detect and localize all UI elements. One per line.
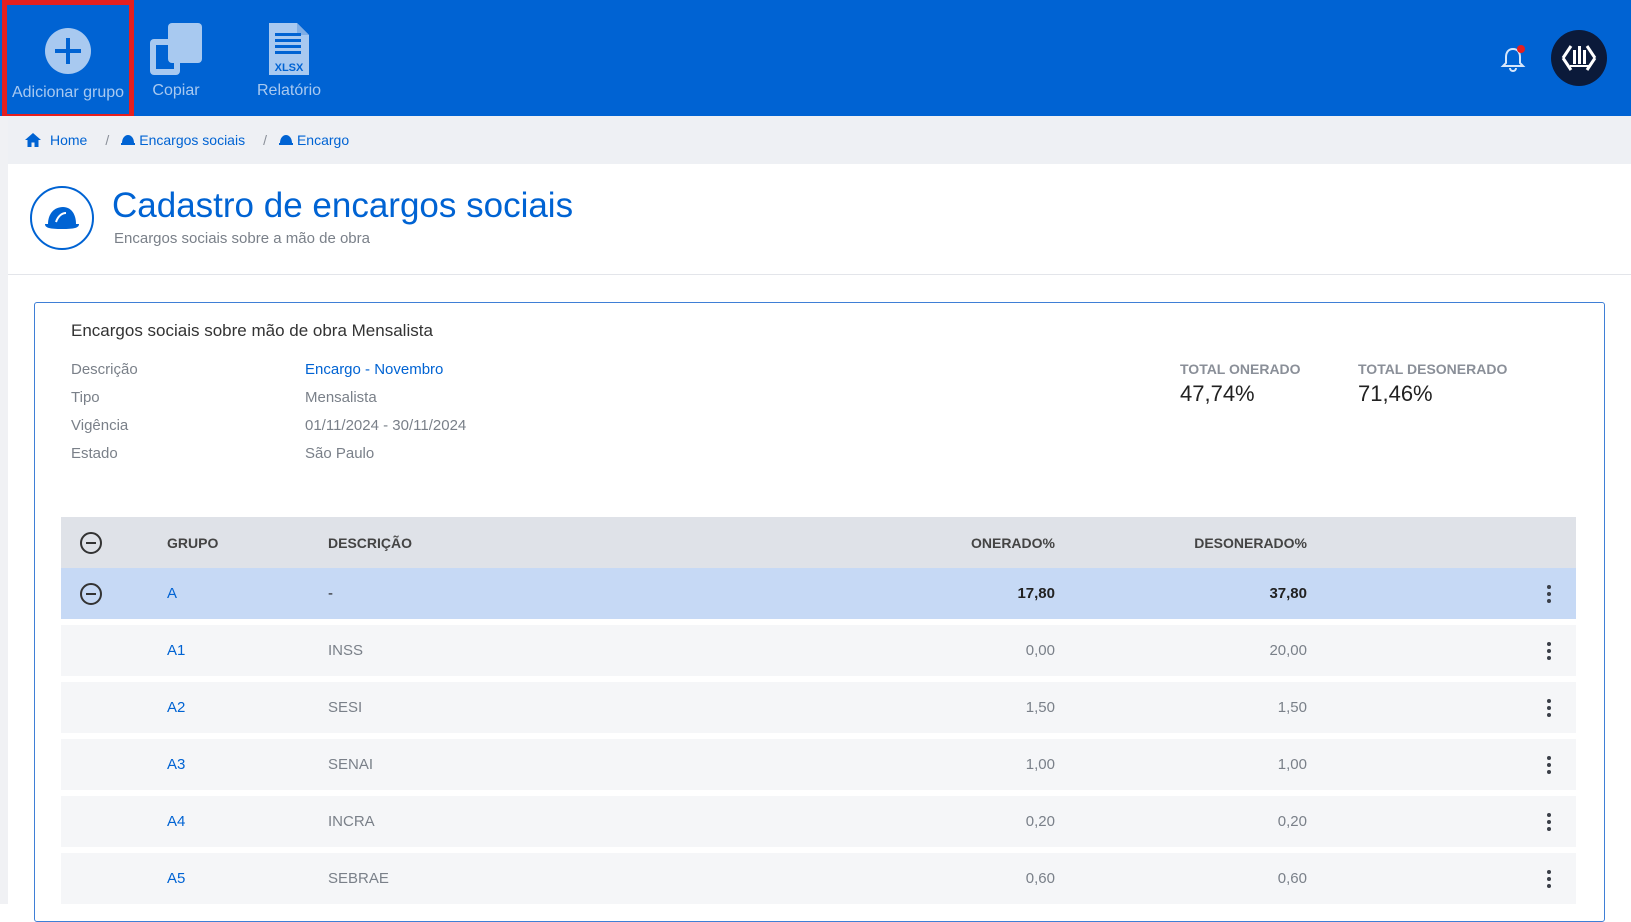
row-grupo[interactable]: A3: [167, 756, 185, 773]
row-descricao: INSS: [328, 642, 364, 659]
table-header-row: GRUPO DESCRIÇÃO ONERADO% DESONERADO%: [61, 517, 1576, 568]
hard-hat-icon: [121, 135, 136, 145]
group-descricao: -: [328, 585, 333, 602]
xlsx-file-icon: XLSX: [269, 23, 309, 75]
table-row[interactable]: A5 SEBRAE 0,60 0,60: [61, 853, 1576, 904]
breadcrumb-home-label: Home: [50, 132, 88, 148]
estado-label: Estado: [71, 445, 118, 462]
plus-circle-icon: [45, 28, 91, 74]
row-grupo[interactable]: A4: [167, 813, 185, 830]
more-vertical-icon: [1547, 584, 1551, 603]
minus-circle-icon: [80, 531, 102, 554]
home-icon: [25, 133, 41, 147]
row-desonerado: 0,60: [1277, 870, 1307, 887]
user-avatar[interactable]: [1551, 30, 1607, 86]
copy-button[interactable]: Copiar: [140, 0, 212, 116]
more-vertical-icon: [1547, 869, 1551, 888]
card-title: Encargos sociais sobre mão de obra Mensa…: [71, 321, 433, 340]
row-descricao: SEBRAE: [328, 870, 389, 887]
encargo-card: Encargos sociais sobre mão de obra Mensa…: [34, 302, 1605, 922]
table-row[interactable]: A1 INSS 0,00 20,00: [61, 625, 1576, 676]
row-more-menu[interactable]: [1539, 695, 1559, 721]
total-desonerado-label: TOTAL DESONERADO: [1358, 361, 1508, 377]
header-descricao[interactable]: DESCRIÇÃO: [328, 535, 412, 551]
notification-dot: [1517, 45, 1525, 53]
row-onerado: 1,00: [1025, 756, 1055, 773]
row-grupo[interactable]: A5: [167, 870, 185, 887]
collapse-group-toggle[interactable]: [79, 582, 103, 606]
copy-label: Copiar: [152, 82, 200, 99]
row-more-menu[interactable]: [1539, 866, 1559, 892]
header-divider: [8, 274, 1631, 275]
notification-bell-icon[interactable]: [1500, 45, 1526, 73]
row-desonerado: 0,20: [1277, 813, 1307, 830]
page-title: Cadastro de encargos sociais: [112, 186, 574, 225]
top-toolbar: Adicionar grupo Copiar XLSX Relatório: [0, 0, 1631, 119]
row-grupo[interactable]: A1: [167, 642, 185, 659]
group-onerado: 17,80: [1017, 585, 1055, 602]
more-vertical-icon: [1547, 755, 1551, 774]
vigencia-label: Vigência: [71, 417, 129, 434]
total-desonerado-value: 71,46%: [1358, 381, 1433, 406]
row-desonerado: 1,00: [1277, 756, 1307, 773]
total-onerado-value: 47,74%: [1180, 381, 1255, 406]
header-grupo[interactable]: GRUPO: [167, 535, 218, 551]
table-row[interactable]: A4 INCRA 0,20 0,20: [61, 796, 1576, 847]
more-vertical-icon: [1547, 641, 1551, 660]
group-desonerado: 37,80: [1269, 585, 1307, 602]
collapse-all-toggle[interactable]: [79, 531, 103, 555]
row-onerado: 1,50: [1025, 699, 1055, 716]
copy-icon: [150, 23, 202, 75]
tipo-value: Mensalista: [305, 389, 377, 406]
tipo-label: Tipo: [71, 389, 100, 406]
minus-circle-icon: [80, 582, 102, 605]
breadcrumb-level2-label: Encargo: [296, 132, 350, 148]
table-row[interactable]: A3 SENAI 1,00 1,00: [61, 739, 1576, 790]
vigencia-value: 01/11/2024 - 30/11/2024: [305, 417, 467, 434]
breadcrumb-encargo[interactable]: Encargo: [278, 132, 350, 148]
breadcrumb-separator: /: [263, 132, 267, 148]
row-more-menu[interactable]: [1539, 638, 1559, 664]
left-sidebar-strip: [0, 116, 8, 904]
total-onerado-label: TOTAL ONERADO: [1180, 361, 1301, 377]
hard-hat-icon: [278, 135, 293, 145]
group-more-menu[interactable]: [1539, 581, 1559, 607]
estado-value: São Paulo: [305, 445, 375, 462]
row-grupo[interactable]: A2: [167, 699, 185, 716]
breadcrumb-encargos-sociais[interactable]: Encargos sociais: [121, 132, 245, 148]
group-row[interactable]: A - 17,80 37,80: [61, 568, 1576, 619]
row-onerado: 0,20: [1025, 813, 1055, 830]
row-onerado: 0,60: [1025, 870, 1055, 887]
descricao-value[interactable]: Encargo - Novembro: [305, 361, 443, 378]
encargos-table: GRUPO DESCRIÇÃO ONERADO% DESONERADO% A -…: [61, 517, 1576, 904]
breadcrumb-home[interactable]: Home: [24, 132, 87, 148]
group-code[interactable]: A: [167, 585, 177, 602]
add-group-button[interactable]: Adicionar grupo: [2, 0, 134, 119]
xlsx-icon-text: XLSX: [275, 62, 304, 74]
breadcrumb-separator: /: [105, 132, 110, 148]
row-more-menu[interactable]: [1539, 752, 1559, 778]
row-more-menu[interactable]: [1539, 809, 1559, 835]
page-header-icon: [30, 186, 94, 250]
report-button[interactable]: XLSX Relatório: [248, 0, 330, 116]
row-onerado: 0,00: [1025, 642, 1055, 659]
row-descricao: INCRA: [328, 813, 375, 830]
header-onerado[interactable]: ONERADO%: [971, 535, 1055, 551]
row-desonerado: 1,50: [1277, 699, 1307, 716]
header-desonerado[interactable]: DESONERADO%: [1194, 535, 1307, 551]
page-subtitle: Encargos sociais sobre a mão de obra: [114, 230, 370, 247]
row-descricao: SENAI: [328, 756, 374, 773]
report-label: Relatório: [256, 82, 322, 99]
table-row[interactable]: A2 SESI 1,50 1,50: [61, 682, 1576, 733]
more-vertical-icon: [1547, 698, 1551, 717]
add-group-label: Adicionar grupo: [11, 84, 125, 101]
descricao-label: Descrição: [71, 361, 138, 378]
breadcrumb-level1-label: Encargos sociais: [139, 132, 246, 148]
row-desonerado: 20,00: [1269, 642, 1307, 659]
hard-hat-icon: [45, 207, 79, 229]
breadcrumb: Home / Encargos sociais / Encargo: [8, 116, 1631, 164]
row-descricao: SESI: [328, 699, 363, 716]
more-vertical-icon: [1547, 812, 1551, 831]
brand-logo-icon: [1561, 45, 1597, 71]
